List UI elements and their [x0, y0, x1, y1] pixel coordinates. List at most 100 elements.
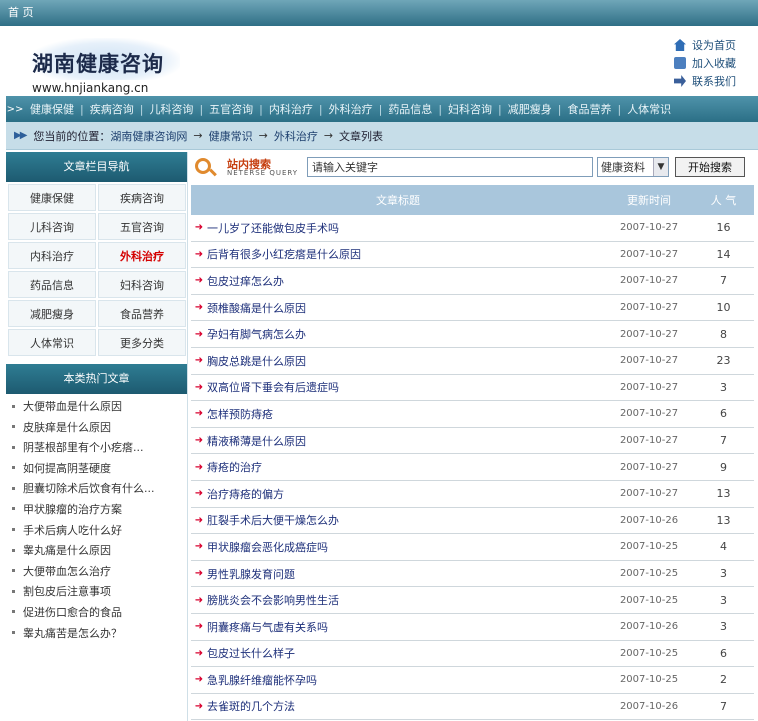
hot-article-item[interactable]: 大便带血怎么治疗 — [12, 562, 187, 583]
nav-item-surgery[interactable]: 外科治疗 — [323, 101, 379, 117]
nav-item-body[interactable]: 人体常识 — [621, 101, 677, 117]
arrow-icon: ➜ — [194, 700, 204, 712]
hot-article-item[interactable]: 促进伤口愈合的食品 — [12, 603, 187, 624]
hot-article-item[interactable]: 睾丸痛是什么原因 — [12, 541, 187, 562]
table-row: ➜ 肛裂手术后大便干燥怎么办 2007-10-26 13 — [191, 508, 754, 535]
article-title-link[interactable]: 痔疮的治疗 — [207, 459, 605, 475]
nav-item-gynecology[interactable]: 妇科咨询 — [442, 101, 498, 117]
article-title-link[interactable]: 颈椎酸痛是什么原因 — [207, 300, 605, 316]
hot-article-item[interactable]: 甲状腺瘤的治疗方案 — [12, 500, 187, 521]
hot-article-item[interactable]: 胆囊切除术后饮食有什么... — [12, 479, 187, 500]
category-item[interactable]: 儿科咨询 — [8, 213, 96, 240]
hot-article-item[interactable]: 手术后病人吃什么好 — [12, 521, 187, 542]
nav-item-nutrition[interactable]: 食品营养 — [561, 101, 617, 117]
article-hits: 13 — [716, 513, 731, 527]
breadcrumb: ▶▶ 您当前的位置： 湖南健康咨询网 → 健康常识 → 外科治疗 → 文章列表 — [6, 122, 758, 150]
category-item[interactable]: 妇科咨询 — [98, 271, 186, 298]
article-title-link[interactable]: 治疗痔疮的偏方 — [207, 486, 605, 502]
article-title-link[interactable]: 膀胱炎会不会影响男性生活 — [207, 592, 605, 608]
category-item[interactable]: 更多分类 — [98, 329, 186, 356]
article-title-link[interactable]: 包皮过长什么样子 — [207, 645, 605, 661]
arrow-icon: ➜ — [194, 248, 204, 260]
article-title-link[interactable]: 怎样预防痔疮 — [207, 406, 605, 422]
article-title-link[interactable]: 胸皮总跳是什么原因 — [207, 353, 605, 369]
hot-article-item[interactable]: 割包皮后注意事项 — [12, 582, 187, 603]
hot-article-item[interactable]: 大便带血是什么原因 — [12, 397, 187, 418]
arrow-icon: ➜ — [194, 302, 204, 314]
table-row: ➜ 痔疮的治疗 2007-10-27 9 — [191, 454, 754, 481]
search-input[interactable] — [307, 157, 593, 177]
category-item[interactable]: 减肥瘦身 — [8, 300, 96, 327]
magnifier-icon — [195, 158, 211, 174]
category-item[interactable]: 内科治疗 — [8, 242, 96, 269]
article-title-link[interactable]: 后背有很多小红疙瘩是什么原因 — [207, 246, 605, 262]
nav-item-weight-loss[interactable]: 减肥瘦身 — [502, 101, 558, 117]
column-date: 更新时间 — [627, 194, 671, 207]
arrow-icon: ➜ — [194, 621, 204, 633]
nav-item-disease[interactable]: 疾病咨询 — [84, 101, 140, 117]
article-title-link[interactable]: 包皮过痒怎么办 — [207, 273, 605, 289]
bullet-icon — [12, 425, 15, 429]
site-logo[interactable]: 湖南健康咨询 — [32, 48, 164, 78]
arrow-icon: ➜ — [194, 647, 204, 659]
article-date: 2007-10-27 — [619, 328, 679, 340]
category-item[interactable]: 药品信息 — [8, 271, 96, 298]
hot-articles-list: 大便带血是什么原因皮肤痒是什么原因阴茎根部里有个小疙瘩... 如何提高阴茎硬度 胆囊… — [6, 394, 187, 644]
article-title-link[interactable]: 急乳腺纤维瘤能怀孕吗 — [207, 672, 605, 688]
search-category-select[interactable]: 健康资料 ▼ — [597, 157, 669, 177]
table-row: ➜ 颈椎酸痛是什么原因 2007-10-27 10 — [191, 295, 754, 322]
contact-us-link[interactable]: 联系我们 — [674, 72, 736, 90]
nav-item-drugs[interactable]: 药品信息 — [382, 101, 438, 117]
category-item[interactable]: 外科治疗 — [98, 242, 186, 269]
arrow-icon: ➜ — [194, 222, 204, 234]
article-date: 2007-10-27 — [619, 275, 679, 287]
article-hits: 4 — [720, 540, 727, 554]
top-home-label[interactable]: 首 页 — [8, 6, 34, 19]
arrow-icon: ➜ — [194, 541, 204, 553]
category-item[interactable]: 健康保健 — [8, 184, 96, 211]
article-title-link[interactable]: 甲状腺瘤会恶化成癌症吗 — [207, 539, 605, 555]
column-title: 文章标题 — [376, 194, 420, 207]
article-title-link[interactable]: 去雀斑的几个方法 — [207, 698, 605, 714]
category-nav-title: 文章栏目导航 — [6, 152, 187, 182]
nav-item-health[interactable]: 健康保健 — [24, 101, 80, 117]
article-title-link[interactable]: 孕妇有脚气病怎么办 — [207, 326, 605, 342]
site-header: 湖南健康咨询 www.hnjiankang.cn 设为首页 加入收藏 联系我们 — [6, 26, 758, 96]
article-title-link[interactable]: 阴囊疼痛与气虚有关系吗 — [207, 619, 605, 635]
hot-article-item[interactable]: 如何提高阴茎硬度 — [12, 459, 187, 480]
article-title-link[interactable]: 男性乳腺发育问题 — [207, 566, 605, 582]
add-favorite-link[interactable]: 加入收藏 — [674, 54, 736, 72]
article-date: 2007-10-25 — [619, 541, 679, 553]
set-homepage-label: 设为首页 — [692, 39, 736, 52]
category-item[interactable]: 五官咨询 — [98, 213, 186, 240]
home-icon — [674, 39, 686, 51]
breadcrumb-home[interactable]: 湖南健康咨询网 — [110, 128, 187, 144]
category-item[interactable]: 疾病咨询 — [98, 184, 186, 211]
article-date: 2007-10-25 — [619, 568, 679, 580]
search-category-value: 健康资料 — [601, 161, 645, 174]
category-item[interactable]: 食品营养 — [98, 300, 186, 327]
article-title-link[interactable]: 精液稀薄是什么原因 — [207, 433, 605, 449]
nav-item-ent[interactable]: 五官咨询 — [203, 101, 259, 117]
hot-article-item[interactable]: 阴茎根部里有个小疙瘩... — [12, 438, 187, 459]
article-table-body: ➜ 一儿岁了还能做包皮手术吗 2007-10-27 16 ➜ 后背有很多小红疙瘩是什么原因… — [191, 215, 754, 721]
bullet-icon — [12, 507, 15, 511]
article-title-link[interactable]: 双高位肾下垂会有后遗症吗 — [207, 379, 605, 395]
nav-item-pediatrics[interactable]: 儿科咨询 — [143, 101, 199, 117]
hot-article-item[interactable]: 睾丸痛苦是怎么办？ — [12, 624, 187, 645]
article-title-link[interactable]: 一儿岁了还能做包皮手术吗 — [207, 220, 605, 236]
search-button[interactable]: 开始搜索 — [675, 157, 745, 177]
article-title-link[interactable]: 肛裂手术后大便干燥怎么办 — [207, 512, 605, 528]
article-hits: 2 — [720, 673, 727, 687]
article-hits: 3 — [720, 567, 727, 581]
breadcrumb-health-knowledge[interactable]: 健康常识 — [209, 128, 253, 144]
set-homepage-link[interactable]: 设为首页 — [674, 36, 736, 54]
hot-article-item[interactable]: 皮肤痒是什么原因 — [12, 418, 187, 439]
nav-item-internal[interactable]: 内科治疗 — [263, 101, 319, 117]
breadcrumb-surgery[interactable]: 外科治疗 — [274, 128, 318, 144]
quick-links: 设为首页 加入收藏 联系我们 — [674, 36, 736, 90]
category-item[interactable]: 人体常识 — [8, 329, 96, 356]
article-hits: 6 — [720, 646, 727, 660]
article-date: 2007-10-26 — [619, 700, 679, 712]
hot-article-title: 皮肤痒是什么原因 — [23, 420, 111, 434]
